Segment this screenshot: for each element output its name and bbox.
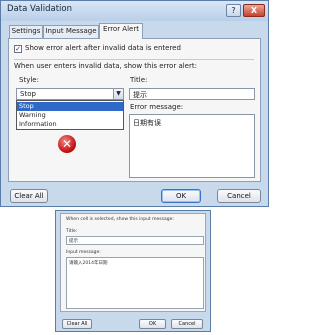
input-clear-all-button[interactable]: Clear All [62,319,92,329]
close-button[interactable]: X [243,4,265,17]
style-option-stop[interactable]: Stop [17,102,123,111]
input-message-textarea[interactable]: 请输入2014年日期 [66,257,204,309]
cancel-button[interactable]: Cancel [217,189,261,203]
title-input-value: 提示 [133,91,147,99]
tab-settings[interactable]: Settings [9,25,43,38]
section-heading: When user enters invalid data, show this… [14,62,197,70]
input-title-value: 提示 [69,239,78,244]
input-title-label: Title: [66,229,78,234]
input-title-field[interactable]: 提示 [66,236,204,245]
data-validation-dialog: Data Validation ? X Settings Input Messa… [0,0,269,207]
error-message-textarea[interactable]: 日期有误 [129,114,255,178]
style-dropdown-list: Stop Warning Information [16,100,124,130]
show-alert-checkbox[interactable]: ✓ [14,45,22,53]
style-label: Style: [19,76,39,84]
input-message-value: 请输入2014年日期 [69,261,108,266]
error-message-label: Error message: [130,103,184,111]
help-button[interactable]: ? [226,4,241,17]
title-label: Title: [130,76,148,84]
show-alert-label: Show error alert after invalid data is e… [25,44,181,52]
error-message-value: 日期有误 [133,119,161,127]
divider [14,59,254,60]
style-combobox[interactable]: Stop ▼ [16,88,124,100]
tab-input-message[interactable]: Input Message [43,25,99,38]
window-title: Data Validation [7,4,72,14]
title-bar: Data Validation ? X [1,1,268,21]
style-selected-value: Stop [20,90,36,98]
tab-error-alert[interactable]: Error Alert [99,23,143,39]
clear-all-button[interactable]: Clear All [10,189,48,203]
error-stop-icon: ✕ [58,135,76,153]
style-option-information[interactable]: Information [17,120,123,129]
title-input[interactable]: 提示 [129,88,255,100]
input-message-label: Input message: [66,250,101,255]
input-cancel-button[interactable]: Cancel [171,319,203,329]
input-message-dialog: When cell is selected, show this input m… [55,210,211,332]
ok-button[interactable]: OK [161,189,201,203]
style-option-warning[interactable]: Warning [17,111,123,120]
input-ok-button[interactable]: OK [139,319,166,329]
chevron-down-icon[interactable]: ▼ [113,89,123,99]
input-message-heading: When cell is selected, show this input m… [66,217,174,222]
